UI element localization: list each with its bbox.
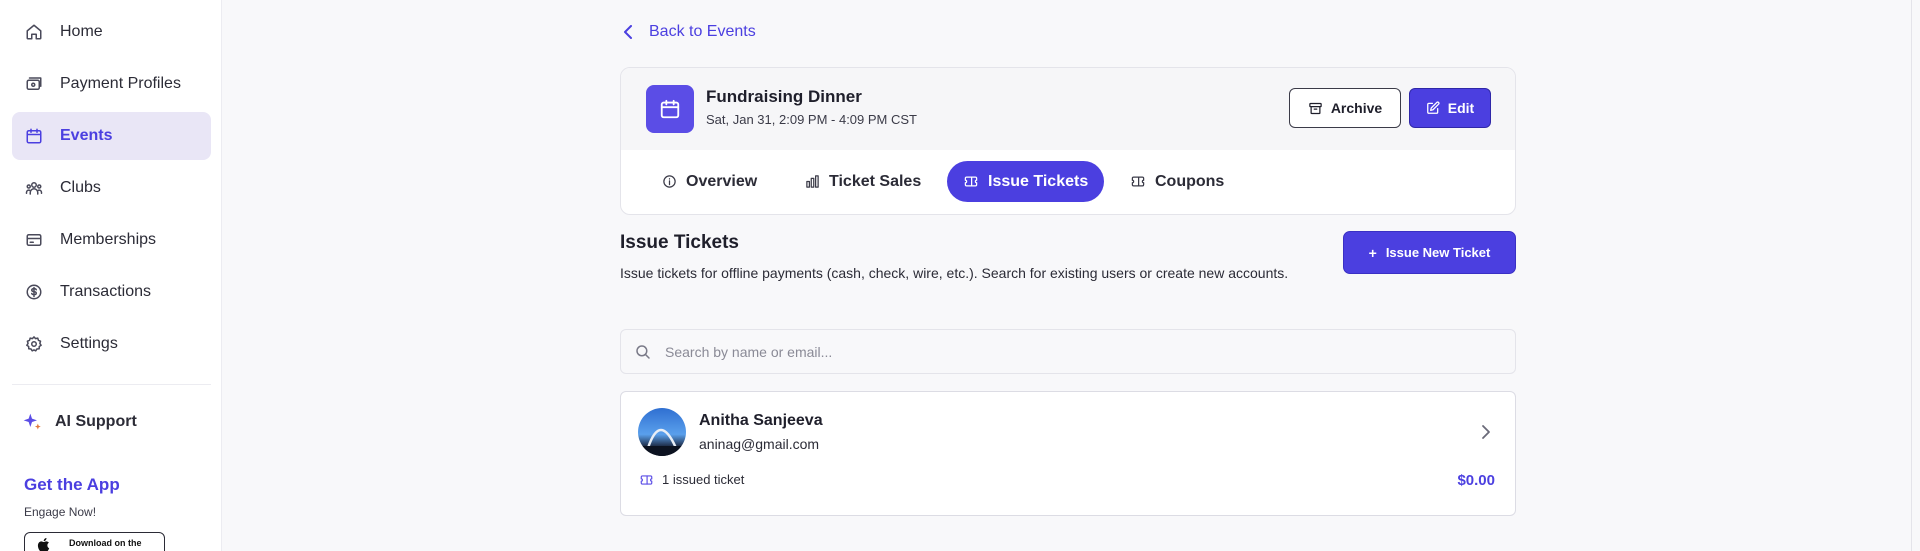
sidebar: Home Payment Profiles Events Clubs Membe… [0,0,222,551]
search-icon [634,343,652,361]
edit-icon [1426,101,1440,115]
store-badge-text: Download on the [69,538,142,548]
sidebar-item-label: Clubs [60,179,101,196]
search-box [620,329,1516,374]
issue-new-ticket-label: Issue New Ticket [1385,245,1491,260]
tab-overview[interactable]: Overview [662,161,757,202]
tab-label: Issue Tickets [988,172,1089,190]
sidebar-item-label: Payment Profiles [60,75,181,92]
payment-profiles-icon [25,75,43,93]
sidebar-item-label: Settings [60,335,118,352]
sidebar-divider [12,384,211,385]
sidebar-item-label: Events [60,127,113,144]
sparkle-icon [22,412,42,432]
sidebar-item-label: Home [60,23,103,40]
chevron-right-icon [1481,424,1491,445]
issue-new-ticket-button[interactable]: + Issue New Ticket [1343,231,1516,274]
plus-icon: + [1368,244,1377,261]
section-title: Issue Tickets [620,232,740,253]
ticket-icon [639,473,654,487]
home-icon [25,23,43,41]
issued-ticket-label: 1 issued ticket [662,472,745,487]
back-to-events-link[interactable]: Back to Events [623,23,756,41]
ai-support-label: AI Support [55,413,137,430]
ticket-icon [963,174,979,189]
membership-card-icon [25,231,43,249]
section-description: Issue tickets for offline payments (cash… [620,265,1289,281]
search-input[interactable] [665,343,1465,360]
gear-icon [25,335,43,353]
event-time: Sat, Jan 31, 2:09 PM - 4:09 PM CST [706,112,917,127]
bar-chart-icon [805,174,820,189]
ai-support-link[interactable]: AI Support [22,412,137,432]
person-name: Anitha Sanjeeva [699,412,823,429]
users-icon [25,179,43,197]
get-app-subtitle: Engage Now! [24,505,97,519]
app-store-badge[interactable]: Download on the [24,532,165,551]
apple-icon [35,536,53,551]
event-calendar-icon [646,85,694,133]
sidebar-item-memberships[interactable]: Memberships [12,216,211,264]
issued-ticket-row[interactable]: Anitha Sanjeeva aninag@gmail.com 1 issue… [620,391,1516,516]
sidebar-item-settings[interactable]: Settings [12,320,211,368]
edit-label: Edit [1447,100,1475,116]
sidebar-item-events[interactable]: Events [12,112,211,160]
tab-coupons[interactable]: Coupons [1130,161,1224,202]
info-icon [662,174,677,189]
tab-ticket-sales[interactable]: Ticket Sales [805,161,921,202]
event-card: Fundraising Dinner Sat, Jan 31, 2:09 PM … [620,67,1516,215]
issued-ticket-count: 1 issued ticket [639,472,744,487]
chevron-left-icon [623,25,635,39]
get-app-title: Get the App [24,475,120,494]
sidebar-item-label: Memberships [60,231,157,248]
sidebar-item-payment-profiles[interactable]: Payment Profiles [12,60,211,108]
coupon-icon [1130,174,1146,189]
ticket-amount: $0.00 [1457,472,1495,489]
tab-issue-tickets[interactable]: Issue Tickets [947,161,1105,202]
sidebar-item-transactions[interactable]: Transactions [12,268,211,316]
calendar-icon [25,127,43,145]
sidebar-item-clubs[interactable]: Clubs [12,164,211,212]
tab-label: Overview [686,172,758,190]
avatar [638,408,686,456]
back-link-label: Back to Events [649,23,756,40]
archive-button[interactable]: Archive [1289,88,1401,128]
dollar-circle-icon [25,283,43,301]
sidebar-item-label: Transactions [60,283,151,300]
archive-icon [1308,101,1323,116]
archive-label: Archive [1330,100,1383,116]
person-email: aninag@gmail.com [699,436,820,452]
event-title: Fundraising Dinner [706,87,862,106]
tab-label: Ticket Sales [829,172,922,190]
tab-label: Coupons [1155,172,1225,190]
edit-button[interactable]: Edit [1409,88,1491,128]
scrollbar-track [1911,0,1912,551]
sidebar-item-home[interactable]: Home [12,8,211,56]
